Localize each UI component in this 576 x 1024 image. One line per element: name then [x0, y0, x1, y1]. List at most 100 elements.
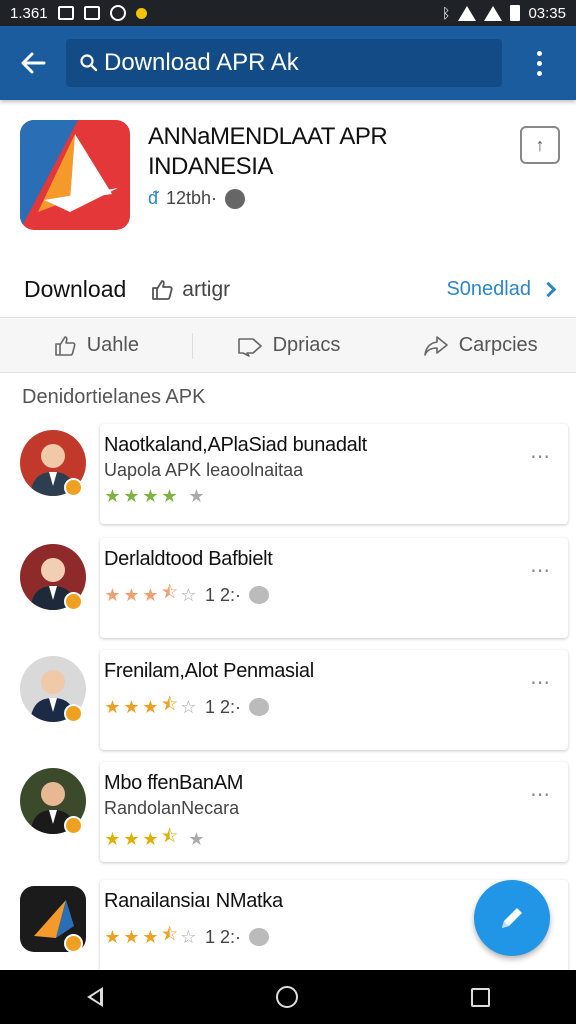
- star-icon: ★: [142, 926, 159, 947]
- star-icon: ★: [188, 486, 205, 506]
- back-arrow-icon: [21, 52, 46, 74]
- tab-like-label: Uahle: [86, 334, 139, 356]
- tab-tag[interactable]: Dpriacs: [193, 319, 385, 372]
- item-more-icon[interactable]: ⋯: [530, 444, 556, 468]
- star-icon: ⯪: [161, 694, 179, 714]
- tab-share[interactable]: Carpcies: [384, 319, 576, 372]
- star-icon: ☆: [180, 584, 197, 605]
- nav-back-icon[interactable]: [86, 987, 103, 1007]
- app-header: ANNaMENDLAAT APR INDANESIA ᵭ 12tbh· ↑: [0, 100, 576, 260]
- battery-icon: [510, 5, 521, 21]
- thumbs-up-icon: [152, 279, 173, 300]
- rating-stars: ★ ★ ★ ⯪ ☆ 1 2:·: [104, 580, 270, 610]
- star-icon: ★: [161, 486, 178, 506]
- verified-badge-icon: [64, 704, 83, 723]
- verified-badge-icon: [64, 592, 83, 611]
- app-icon[interactable]: [20, 120, 130, 230]
- share-button[interactable]: ↑: [520, 126, 560, 164]
- star-icon: ★: [142, 828, 159, 849]
- star-icon: ★: [104, 828, 121, 849]
- status-bar: 1.361 ᛒ 03:35: [0, 0, 576, 26]
- verified-badge-icon: [64, 934, 83, 953]
- app-title: ANNaMENDLAAT APR INDANESIA: [148, 123, 388, 180]
- download-count-icon: [249, 586, 270, 604]
- star-icon: ★: [188, 828, 205, 849]
- edit-fab-button[interactable]: [474, 880, 550, 956]
- star-icon: ★: [123, 696, 140, 717]
- star-icon: ★: [123, 486, 140, 506]
- rating-meta: 1 2:·: [205, 926, 242, 947]
- star-icon: ☆: [180, 696, 197, 717]
- section-title: Denidortielanes APK: [22, 386, 206, 408]
- nav-recents-icon[interactable]: [470, 987, 490, 1007]
- action-tabs: Uahle Dpriacs Carpcies: [0, 319, 576, 373]
- star-icon: ⯪: [161, 826, 179, 846]
- system-nav-bar: [0, 970, 576, 1024]
- star-icon: ★: [123, 926, 140, 947]
- list-item-title: Frenilam,Alot Penmasial: [104, 660, 314, 682]
- notification-dot-icon: [135, 7, 147, 19]
- item-more-icon[interactable]: ⋯: [530, 670, 556, 694]
- list-item-subtitle: Uapola APK leaoolnaitaa: [104, 460, 304, 480]
- tab-like[interactable]: Uahle: [0, 319, 192, 372]
- more-options-button[interactable]: [502, 26, 576, 100]
- more-vert-icon: [536, 50, 542, 56]
- download-row: Download artigr S0nedlad: [0, 262, 576, 318]
- rating-stars: ★ ★ ★ ⯪ ☆ 1 2:·: [104, 692, 270, 722]
- list-item[interactable]: Mbo ffenBanAM RandolanNecara ★ ★ ★ ⯪ ★ ⋯: [0, 762, 576, 872]
- list-item[interactable]: Frenilam,Alot Penmasial ★ ★ ★ ⯪ ☆ 1 2:· ⋯: [0, 650, 576, 760]
- search-query: Download APR Ak: [104, 49, 299, 76]
- rating-meta: 1 2:·: [205, 696, 242, 717]
- whatsapp-icon: [109, 5, 126, 21]
- star-icon: ★: [142, 584, 159, 605]
- star-icon: ★: [123, 584, 140, 605]
- download-count-icon: [249, 698, 270, 716]
- download-link[interactable]: S0nedlad: [446, 278, 557, 301]
- star-icon: ★: [104, 584, 121, 605]
- app-meta: ᵭ 12tbh·: [148, 188, 246, 209]
- image-icon: [57, 6, 74, 20]
- edit-icon: [502, 908, 522, 928]
- list-item-title: Derlaldtood Bafbielt: [104, 548, 273, 570]
- app-bar: Download APR Ak: [0, 26, 576, 100]
- list-item-title: Ranailansiaı NMatka: [104, 890, 283, 912]
- rating-stars: ★ ★ ★ ★ ★: [104, 486, 205, 507]
- search-icon: [80, 54, 98, 72]
- tab-tag-label: Dpriacs: [272, 334, 341, 356]
- status-time-left: 1.361: [10, 4, 48, 22]
- list-item-subtitle: RandolanNecara: [104, 798, 240, 818]
- thumbs-up-icon: [54, 335, 76, 356]
- status-time-right: 03:35: [528, 4, 566, 22]
- star-icon: ⯪: [161, 582, 179, 602]
- star-icon: ★: [104, 926, 121, 947]
- app-logo-icon: [20, 120, 130, 230]
- list-item[interactable]: Derlaldtood Bafbielt ★ ★ ★ ⯪ ☆ 1 2:· ⋯: [0, 538, 576, 648]
- star-icon: ★: [142, 486, 159, 506]
- rating-stars: ★ ★ ★ ⯪ ☆ 1 2:·: [104, 922, 270, 952]
- download-action[interactable]: artigr: [150, 278, 230, 302]
- item-more-icon[interactable]: ⋯: [530, 782, 556, 806]
- tag-icon: [237, 337, 262, 357]
- list-item[interactable]: Naotkaland,APlaSiad bunadalt Uapola APK l…: [0, 424, 576, 534]
- back-button[interactable]: [0, 26, 66, 100]
- signal-icon: [484, 5, 503, 21]
- rating-stars: ★ ★ ★ ⯪ ★: [104, 824, 205, 854]
- verified-icon: ᵭ: [148, 188, 159, 208]
- search-input[interactable]: Download APR Ak: [66, 39, 502, 87]
- gallery-icon: [83, 6, 100, 20]
- upload-icon: ↑: [535, 134, 545, 155]
- download-count-icon: [249, 928, 270, 946]
- star-icon: ★: [123, 828, 140, 849]
- rating-meta: 1 2:·: [205, 584, 242, 605]
- item-more-icon[interactable]: ⋯: [530, 558, 556, 582]
- verified-badge-icon: [64, 478, 83, 497]
- star-icon: ★: [104, 486, 121, 506]
- download-label[interactable]: Download: [24, 276, 126, 303]
- star-icon: ★: [104, 696, 121, 717]
- chevron-right-icon: [540, 281, 557, 298]
- wifi-icon: [458, 5, 477, 21]
- download-link-label: S0nedlad: [446, 278, 531, 300]
- bluetooth-icon: ᛒ: [442, 5, 451, 21]
- nav-home-icon[interactable]: [275, 986, 298, 1008]
- download-action-label: artigr: [182, 277, 231, 301]
